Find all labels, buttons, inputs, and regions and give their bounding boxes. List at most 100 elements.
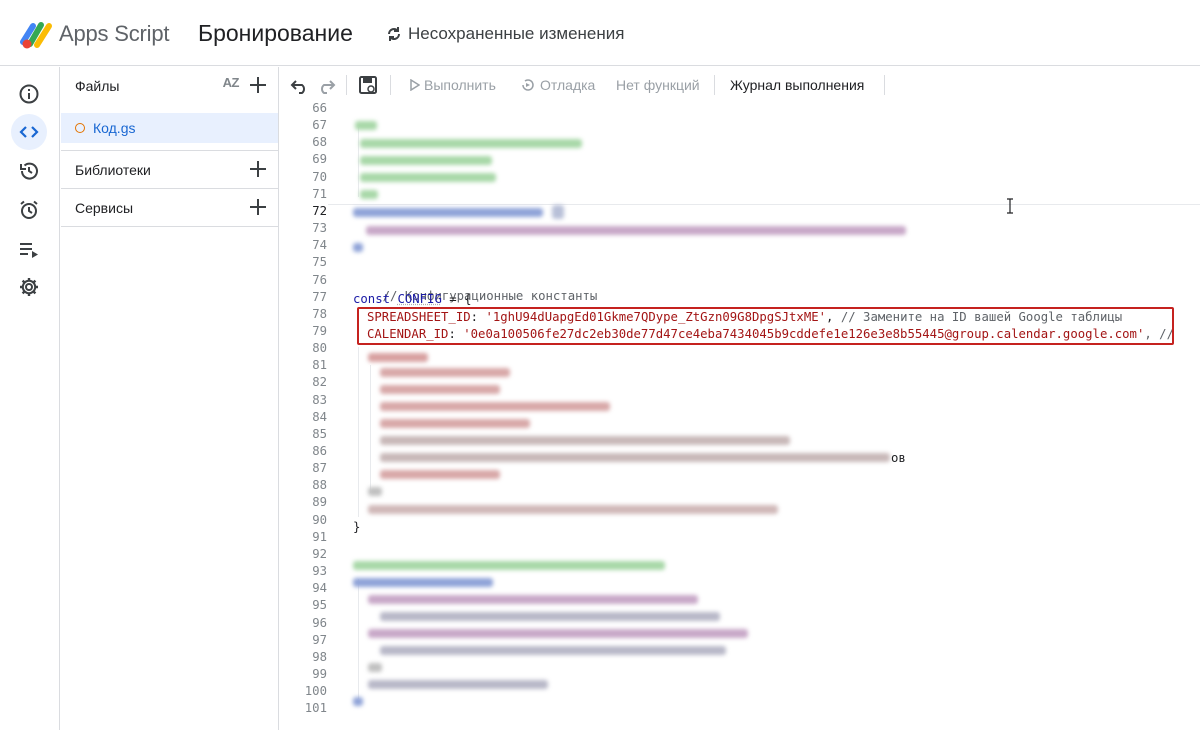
line-number: 86: [312, 444, 327, 458]
executions-button[interactable]: [11, 231, 47, 267]
current-line-marker: [328, 204, 1200, 205]
add-service-icon[interactable]: [247, 196, 269, 218]
line-number: 72: [312, 203, 327, 218]
left-rail: [0, 67, 60, 730]
line-number: 95: [312, 598, 327, 613]
line-number: 68: [312, 135, 327, 150]
line-number: 67: [312, 118, 327, 133]
line-number: 74: [312, 238, 327, 253]
line-number: 85: [312, 426, 327, 441]
line-number: 83: [312, 392, 327, 407]
file-item-code-gs[interactable]: Код.gs: [61, 113, 278, 143]
app-name[interactable]: Apps Script: [59, 21, 169, 47]
line-number: 75: [312, 255, 327, 270]
line-number: 81: [312, 358, 327, 373]
line-number: 66: [312, 103, 327, 115]
line-number: 77: [312, 289, 327, 304]
line-number: 100: [304, 684, 327, 699]
project-title[interactable]: Бронирование: [198, 20, 353, 47]
code-line-86-tail: ов: [891, 451, 906, 465]
toolbar-separator: [346, 75, 347, 95]
line-number: 84: [312, 409, 327, 424]
line-number: 80: [312, 341, 327, 356]
line-number: 82: [312, 375, 327, 390]
line-number: 69: [312, 152, 327, 167]
sort-files-button[interactable]: AZ: [223, 75, 240, 90]
alarm-icon: [20, 200, 38, 219]
line-number: 88: [312, 478, 327, 493]
apps-script-logo-icon[interactable]: [20, 20, 54, 50]
line-number: 97: [312, 632, 327, 647]
add-library-icon[interactable]: [247, 158, 269, 180]
app-header: Apps Script Бронирование Несохраненные и…: [0, 0, 1200, 66]
indent-guide: [358, 347, 359, 517]
line-number: 101: [304, 701, 327, 716]
line-number: 78: [312, 306, 327, 321]
save-status: Несохраненные изменения: [386, 24, 624, 44]
indent-guide: [358, 579, 359, 699]
file-name: Код.gs: [93, 120, 136, 136]
executions-icon: [20, 243, 38, 258]
indent-guide: [358, 127, 359, 197]
save-icon[interactable]: [358, 75, 378, 95]
redo-icon[interactable]: [316, 75, 336, 95]
services-title: Сервисы: [75, 200, 134, 216]
line-number: 71: [312, 186, 327, 201]
text-cursor-icon: [1007, 198, 1013, 214]
settings-icon: [20, 278, 38, 296]
execution-log-button[interactable]: Журнал выполнения: [730, 77, 864, 93]
libraries-header[interactable]: Библиотеки: [61, 151, 279, 189]
run-label: Выполнить: [424, 77, 496, 93]
debug-label: Отладка: [540, 77, 596, 93]
history-button[interactable]: [11, 153, 47, 189]
settings-button[interactable]: [11, 269, 47, 305]
code-line-77: const CONFIG = {: [353, 292, 471, 306]
line-number: 79: [312, 323, 327, 338]
line-number: 96: [312, 615, 327, 630]
files-panel: Файлы AZ Код.gs Библиотеки Сервисы: [61, 67, 279, 730]
unsaved-dot-icon: [75, 123, 85, 133]
line-number: 92: [312, 546, 327, 561]
toolbar-separator: [884, 75, 885, 95]
highlight-box: [357, 307, 1174, 345]
triggers-button[interactable]: [11, 192, 47, 228]
function-select[interactable]: Нет функций: [616, 77, 700, 93]
history-icon: [20, 162, 38, 180]
const-keyword: const: [353, 292, 391, 306]
run-button[interactable]: Выполнить: [410, 77, 496, 93]
config-name: CONFIG: [397, 292, 442, 306]
line-number: 99: [312, 666, 327, 681]
line-number: 76: [312, 272, 327, 287]
line-number: 87: [312, 461, 327, 476]
play-icon: [410, 79, 420, 91]
debug-button[interactable]: Отладка: [520, 77, 595, 93]
code-icon: [19, 126, 39, 138]
toolbar-separator: [390, 75, 391, 95]
info-icon: [19, 84, 39, 104]
line-number: 93: [312, 564, 327, 579]
sync-icon: [388, 27, 400, 41]
divider: [61, 226, 279, 227]
debug-icon: [522, 79, 534, 91]
line-number: 89: [312, 495, 327, 510]
editor-button[interactable]: [11, 114, 47, 150]
undo-icon[interactable]: [290, 75, 310, 95]
config-open: = {: [441, 292, 472, 306]
files-title: Файлы: [75, 78, 120, 94]
services-header[interactable]: Сервисы: [61, 189, 279, 227]
save-status-text: Несохраненные изменения: [408, 24, 625, 43]
overview-button[interactable]: [11, 76, 47, 112]
indent-guide: [370, 365, 371, 493]
libraries-title: Библиотеки: [75, 162, 151, 178]
files-header: Файлы AZ: [61, 67, 279, 105]
code-line-90: }: [353, 520, 361, 534]
code-editor[interactable]: 66 67 68 69 70 71 72 73 74 75 76 77 78 79 80 81 82 83 84 85…: [280, 103, 1200, 730]
line-number: 91: [312, 529, 327, 544]
line-number: 70: [312, 169, 327, 184]
line-number: 90: [312, 512, 327, 527]
add-file-icon[interactable]: [247, 74, 269, 96]
line-number: 73: [312, 221, 327, 236]
toolbar-separator: [714, 75, 715, 95]
line-number: 98: [312, 649, 327, 664]
line-number: 94: [312, 581, 327, 596]
